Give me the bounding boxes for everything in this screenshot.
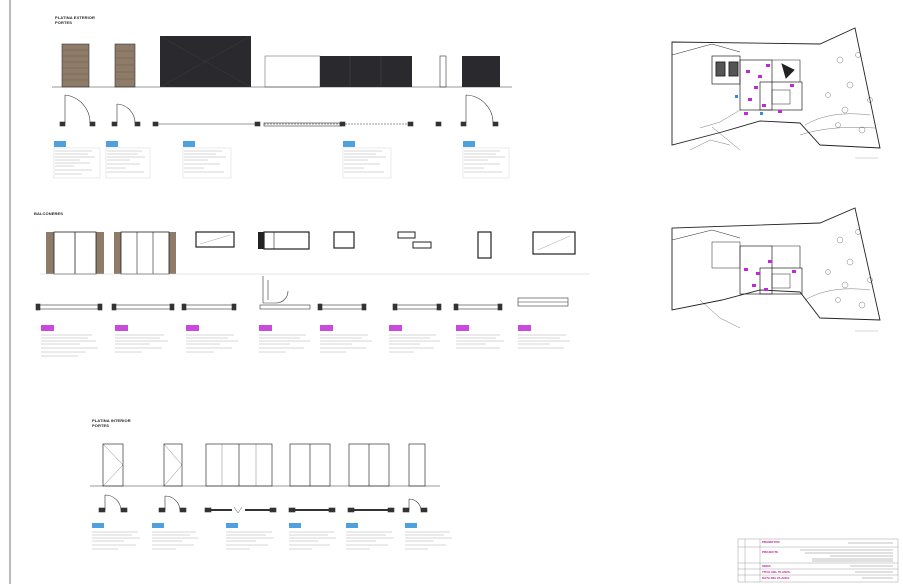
wood-door-1 bbox=[61, 43, 90, 88]
exterior-doors-plans bbox=[59, 94, 499, 127]
site-plan-upper bbox=[671, 27, 881, 159]
site-plan-lower bbox=[671, 207, 881, 332]
title-block-row5-label: DATA DEL PLANOL bbox=[762, 576, 790, 580]
exterior-doors-title: PLATINA EXTERIOR PORTES bbox=[55, 15, 95, 25]
interior-doors-plans bbox=[98, 494, 428, 514]
windows-specs bbox=[41, 325, 570, 357]
title-block-obra-label: OBRA bbox=[762, 564, 771, 568]
windows-elevations bbox=[40, 231, 590, 275]
gate-white-panel bbox=[264, 55, 321, 88]
interior-doors-title-line2: PORTES bbox=[92, 423, 110, 428]
exterior-doors-elevations bbox=[52, 35, 512, 88]
title-block-promotor-label: PROMOTOR bbox=[762, 540, 780, 544]
small-gate-dark bbox=[462, 56, 500, 87]
interior-doors-title: PLATINA INTERIOR PORTES bbox=[92, 418, 131, 428]
exterior-doors-title-line2: PORTES bbox=[55, 20, 73, 25]
title-block-projecte-label: PROJECTE bbox=[762, 550, 779, 554]
exterior-doors-specs bbox=[53, 141, 510, 179]
windows-title: BALCONERES bbox=[34, 211, 63, 216]
drawing-sheet bbox=[9, 0, 899, 584]
interior-doors-elevations bbox=[90, 443, 440, 487]
gate-post bbox=[439, 55, 447, 88]
windows-title-line1: BALCONERES bbox=[34, 211, 64, 216]
interior-doors-specs bbox=[92, 523, 452, 550]
sliding-gate-dark bbox=[320, 56, 412, 87]
title-block-row4-label: TITOL DEL PLANOL bbox=[762, 570, 791, 574]
wood-door-2 bbox=[114, 43, 136, 88]
windows-plans bbox=[35, 276, 569, 311]
